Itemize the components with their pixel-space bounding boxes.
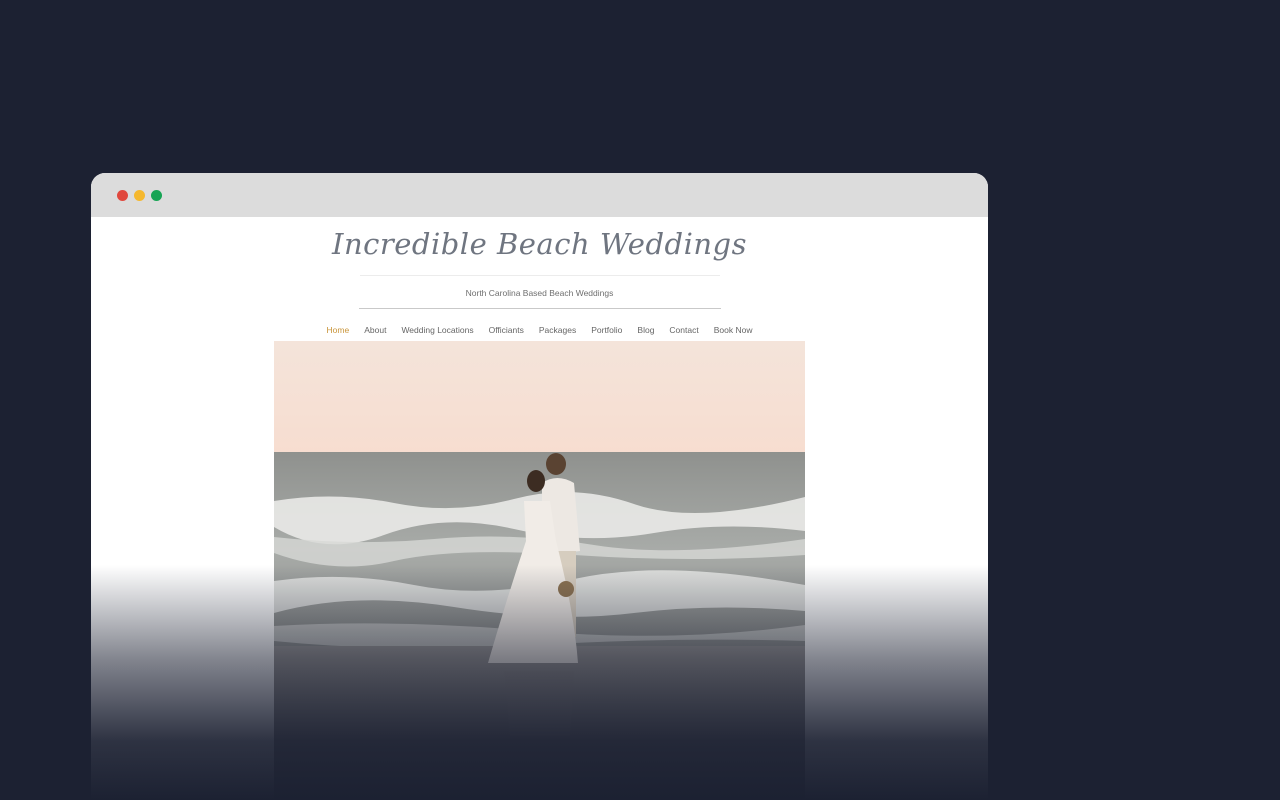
minimize-window-button[interactable] [134,190,145,201]
close-window-button[interactable] [117,190,128,201]
nav-item-officiants[interactable]: Officiants [489,325,524,335]
nav-item-portfolio[interactable]: Portfolio [591,325,622,335]
hero-image-couple-on-beach [274,341,805,800]
maximize-window-button[interactable] [151,190,162,201]
nav-item-packages[interactable]: Packages [539,325,576,335]
page-viewport: Incredible Beach Weddings North Carolina… [91,217,988,800]
browser-titlebar [91,173,988,217]
browser-window: Incredible Beach Weddings North Carolina… [91,173,988,800]
header-divider-bottom [359,308,721,309]
nav-item-wedding-locations[interactable]: Wedding Locations [401,325,473,335]
site-tagline: North Carolina Based Beach Weddings [465,288,614,298]
main-nav: Home About Wedding Locations Officiants … [91,325,988,335]
header-divider-top [360,275,720,276]
nav-item-blog[interactable]: Blog [637,325,654,335]
nav-item-about[interactable]: About [364,325,386,335]
nav-item-home[interactable]: Home [327,325,350,335]
nav-item-contact[interactable]: Contact [669,325,698,335]
nav-item-book-now[interactable]: Book Now [714,325,753,335]
site-title[interactable]: Incredible Beach Weddings [91,227,988,261]
